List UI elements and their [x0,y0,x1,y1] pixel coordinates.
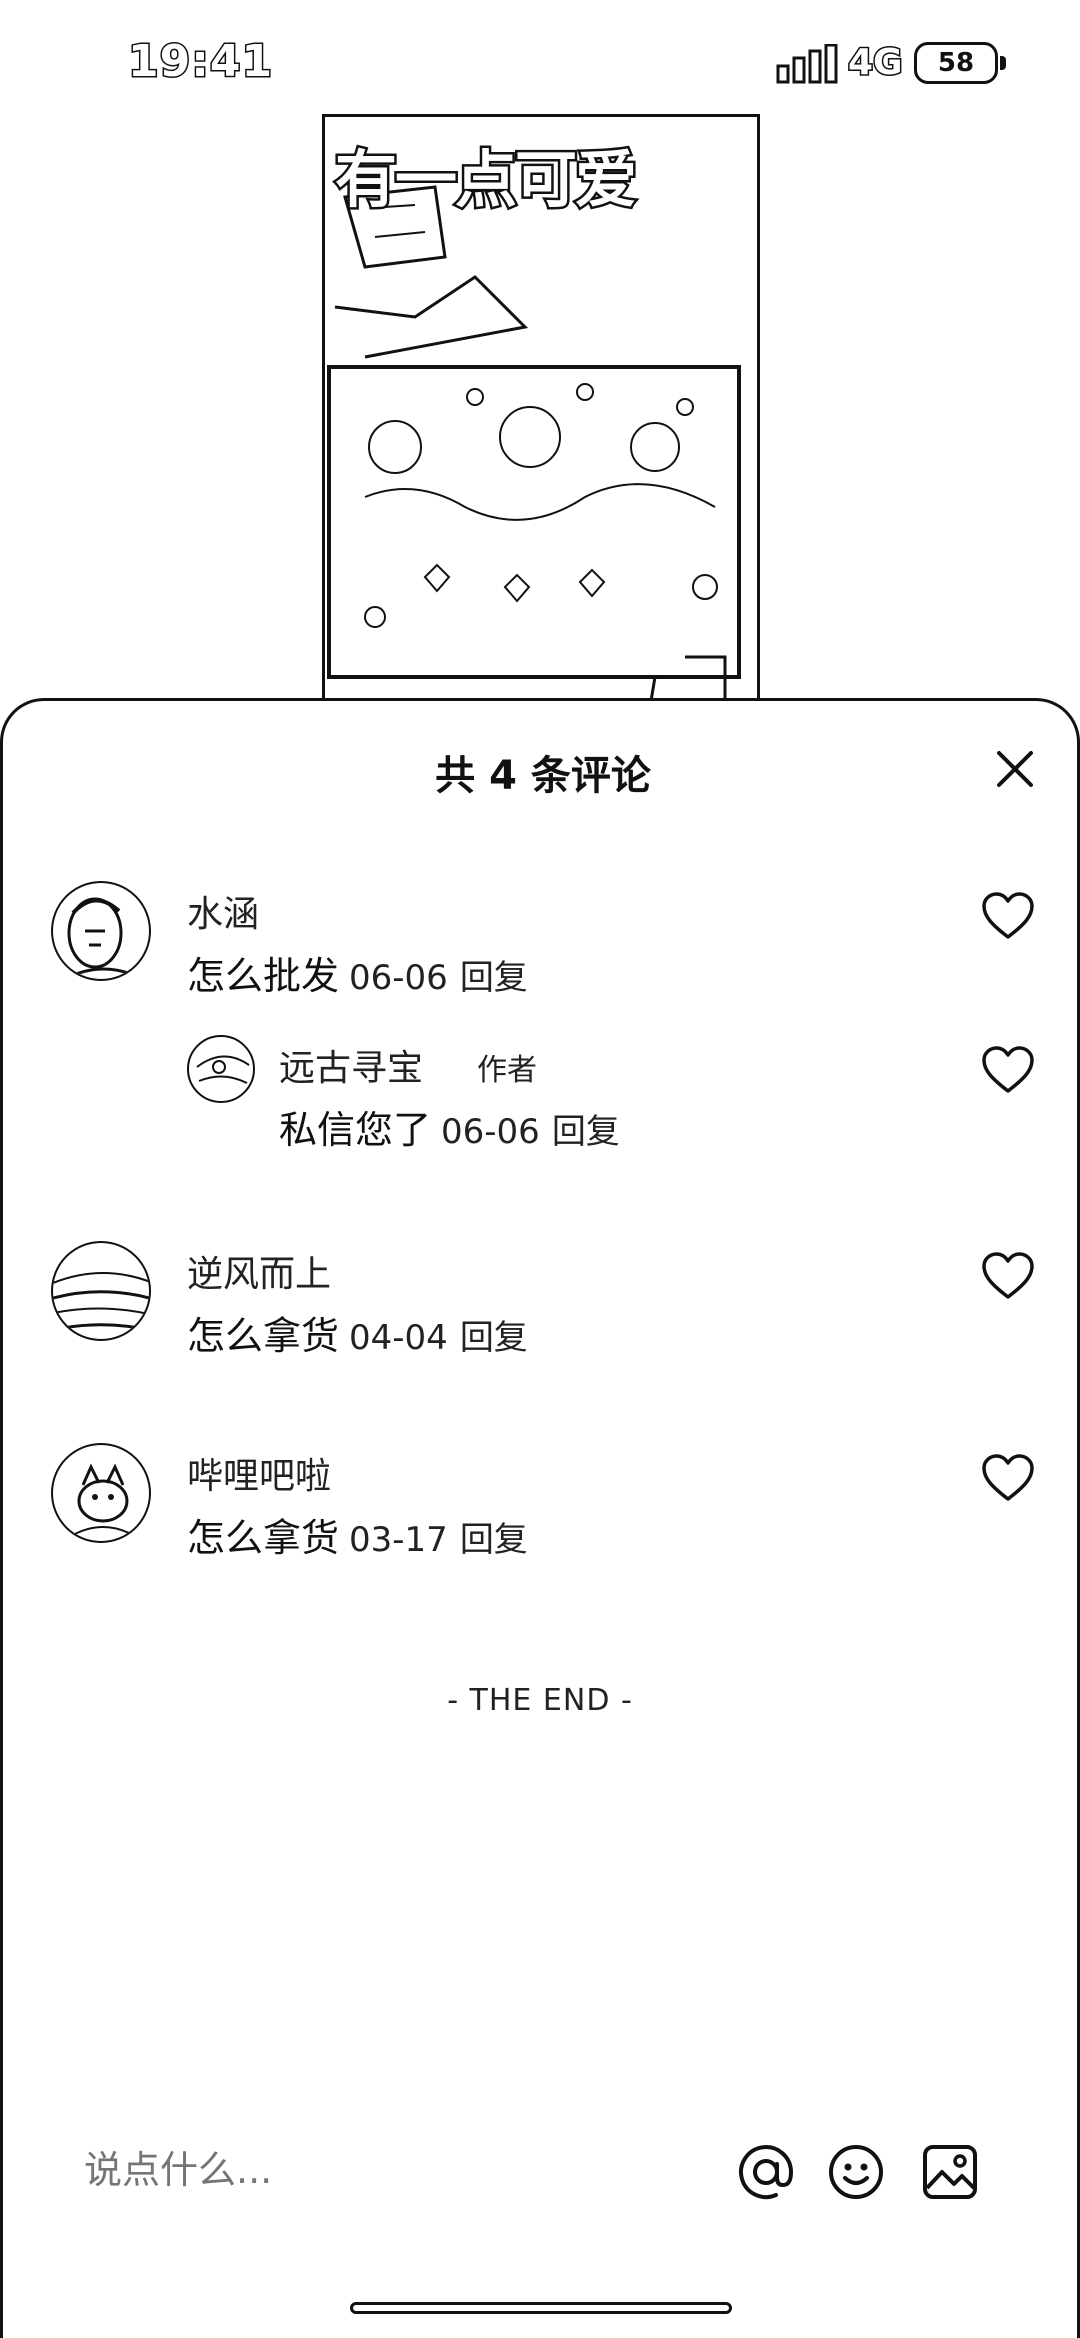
comment-text: 怎么批发 [187,954,340,998]
network-label: 4G [847,41,905,85]
close-icon[interactable] [991,745,1039,793]
avatar[interactable] [51,1241,151,1341]
comment-text: 怎么拿货 [187,1314,340,1358]
comment-body: 怎么拿货 04-04 回复 [187,1305,528,1360]
author-badge: 作者 [477,1053,537,1088]
at-icon[interactable] [736,2142,796,2202]
comment-item: 哔哩吧啦 怎么拿货 03-17 回复 [3,1443,1080,1560]
comment-username[interactable]: 逆风而上 [187,1245,331,1297]
status-bar: 19:41 4G 58 [0,0,1080,100]
comment-item: 水涵 怎么批发 06-06 回复 远古寻宝 作者 私信您了 06-06 回复 [3,881,1080,1152]
reply-button[interactable]: 回复 [552,1112,620,1152]
video-caption: 有一点可爱 [332,141,639,219]
heart-icon[interactable] [981,1045,1035,1095]
battery-icon: 58 [914,42,998,84]
comment-input-bar [0,2118,1080,2228]
comment-date: 04-04 [349,1318,448,1358]
reply-button[interactable]: 回复 [460,1520,528,1560]
comment-date: 06-06 [349,958,448,998]
home-indicator [350,2302,732,2314]
reply-avatar[interactable] [187,1035,255,1103]
avatar-image [53,1272,149,1331]
avatar-image [196,1055,250,1084]
avatar-image [72,1463,134,1536]
comment-text: 怎么拿货 [187,1516,340,1560]
avatar-image [64,897,144,979]
avatar[interactable] [51,881,151,981]
smiley-icon[interactable] [826,2142,886,2202]
reply-button[interactable]: 回复 [460,958,528,998]
comment-body: 怎么批发 06-06 回复 [187,945,528,1000]
comment-input[interactable] [84,2148,644,2192]
status-time: 19:41 [126,35,274,89]
comment-username[interactable]: 水涵 [187,885,259,937]
comments-sheet: 共 4 条评论 水涵 怎么批发 06-06 回复 远古寻宝 作者 私信您了 06… [0,698,1080,2338]
heart-icon[interactable] [981,891,1035,941]
battery-level: 58 [937,48,975,78]
battery-tip [1000,56,1006,70]
heart-icon[interactable] [981,1453,1035,1503]
reply-date: 06-06 [441,1112,540,1152]
avatar[interactable] [51,1443,151,1543]
signal-icon [776,44,838,84]
video-thumbnail: 有一点可爱 [322,114,760,710]
end-of-list-label: - THE END - [447,1683,633,1718]
comment-body: 怎么拿货 03-17 回复 [187,1507,528,1562]
comment-item: 逆风而上 怎么拿货 04-04 回复 [3,1241,1080,1358]
comment-username[interactable]: 哔哩吧啦 [187,1447,331,1499]
reply-text: 私信您了 [279,1108,432,1152]
comment-date: 03-17 [349,1520,448,1560]
heart-icon[interactable] [981,1251,1035,1301]
reply-body: 私信您了 06-06 回复 [279,1099,620,1154]
reply-username[interactable]: 远古寻宝 [279,1039,423,1091]
comments-title: 共 4 条评论 [435,753,651,799]
image-icon[interactable] [920,2142,980,2202]
video-background[interactable]: 有一点可爱 [0,100,1080,710]
reply-button[interactable]: 回复 [460,1318,528,1358]
